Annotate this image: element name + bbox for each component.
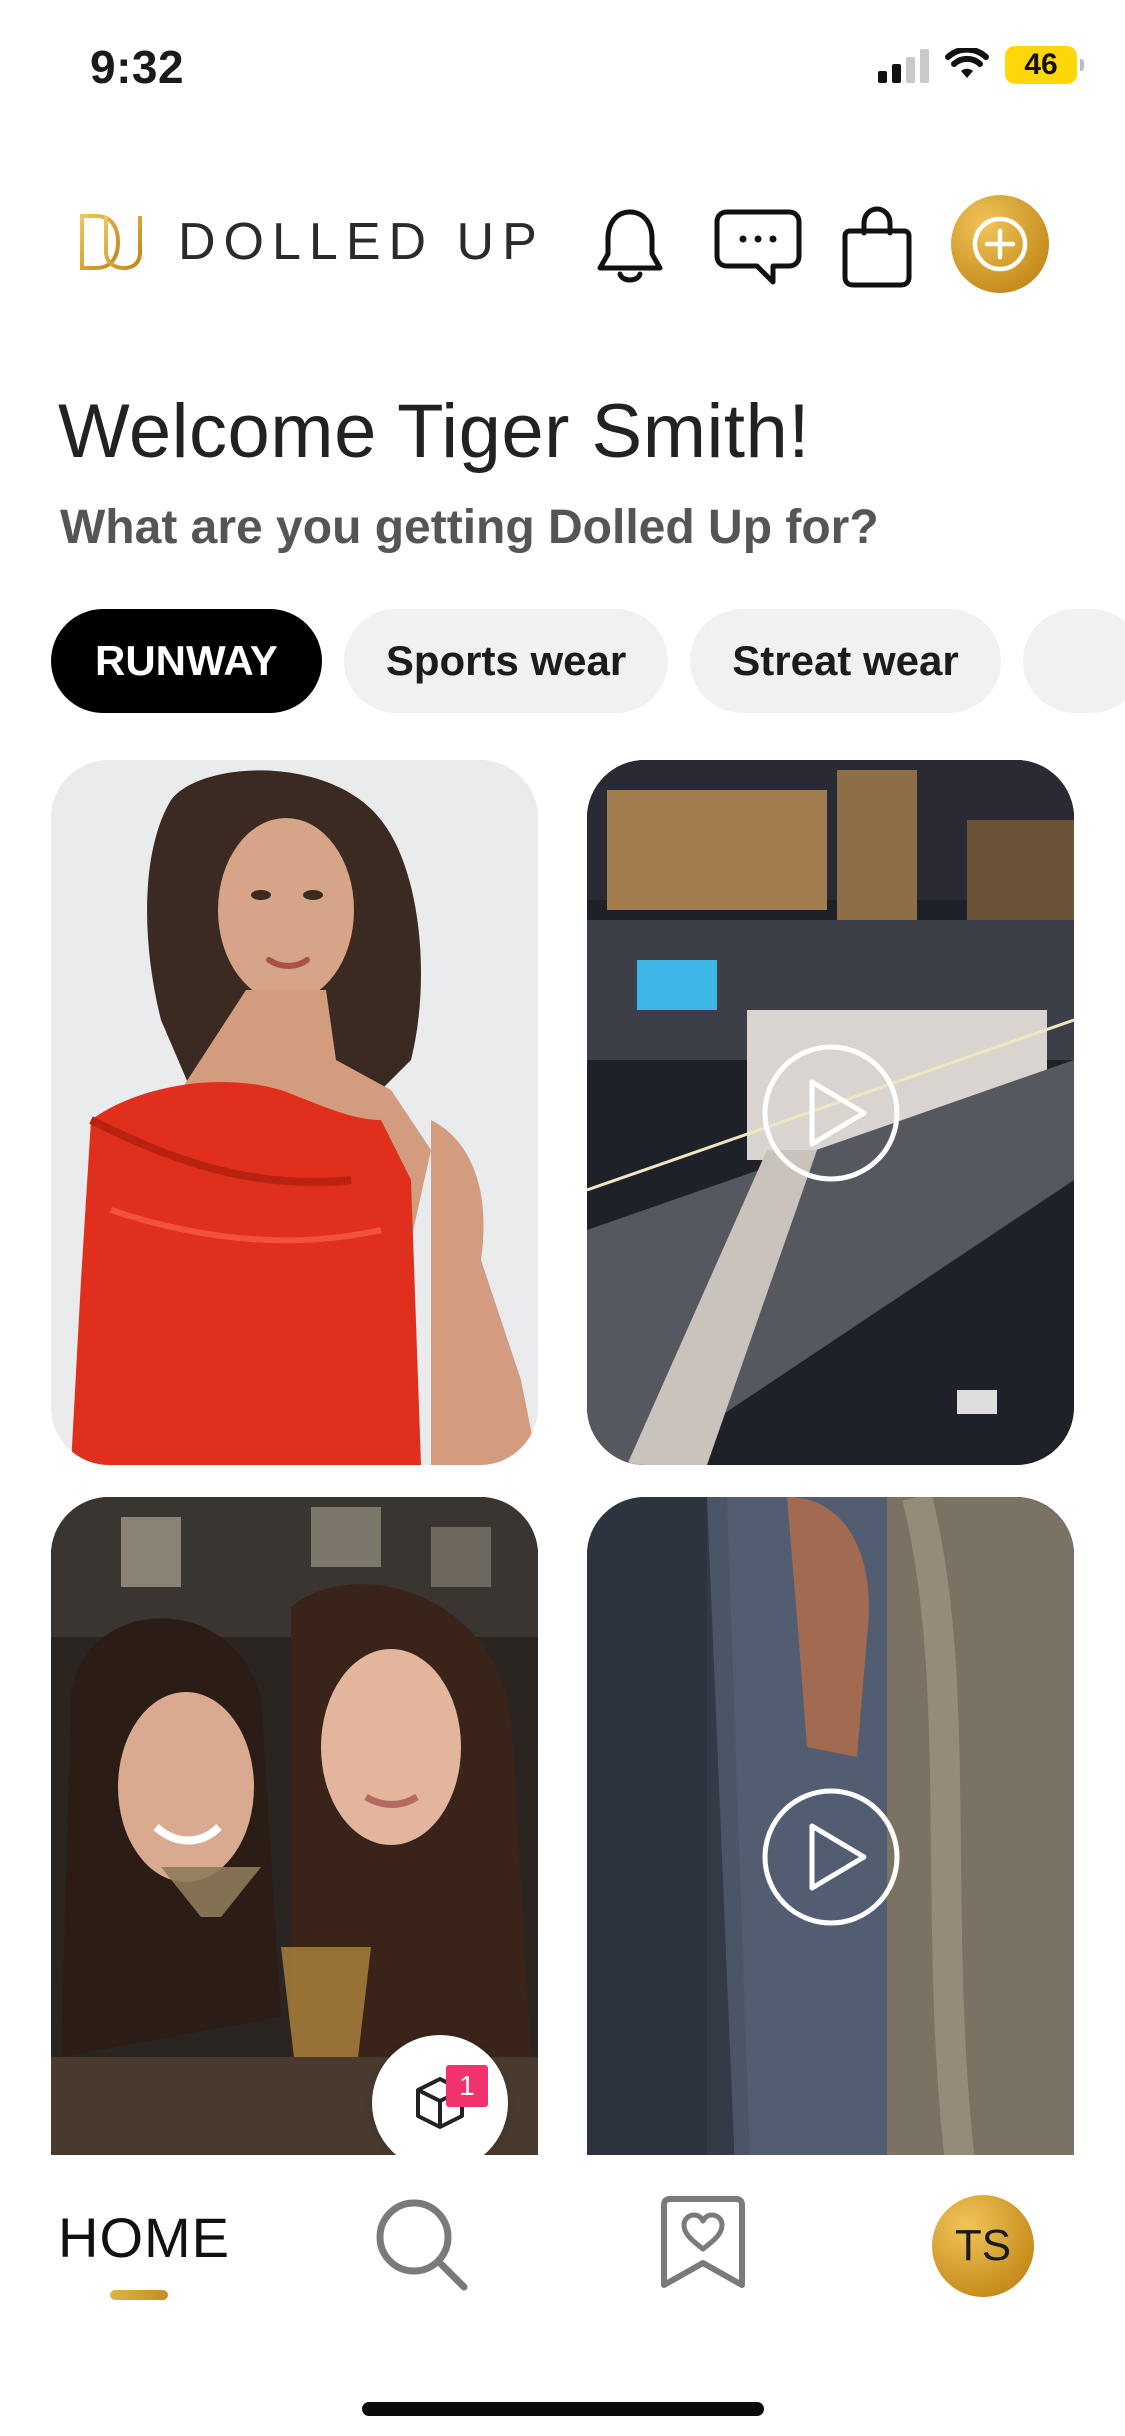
- notification-badge: 1: [446, 2065, 488, 2107]
- cellular-signal-icon: [878, 47, 929, 83]
- play-icon[interactable]: [760, 1042, 902, 1184]
- welcome-title: Welcome Tiger Smith!: [58, 389, 810, 474]
- home-indicator: [362, 2402, 764, 2416]
- nav-home[interactable]: HOME: [58, 2205, 230, 2270]
- messages-button[interactable]: [708, 202, 808, 292]
- notifications-button[interactable]: [585, 202, 675, 292]
- wifi-icon: [945, 48, 989, 78]
- shopping-bag-button[interactable]: [832, 202, 922, 292]
- feed-card-video[interactable]: [587, 760, 1074, 1465]
- fashion-photo: [51, 760, 538, 1465]
- heart-bookmark-icon[interactable]: [660, 2195, 746, 2291]
- play-icon[interactable]: [760, 1786, 902, 1928]
- feed-card-video[interactable]: [587, 1497, 1074, 2217]
- chip-more[interactable]: [1022, 609, 1125, 713]
- active-tab-indicator: [110, 2290, 168, 2300]
- search-icon[interactable]: [370, 2193, 470, 2293]
- feed-card-photo[interactable]: [51, 760, 538, 1465]
- app-header: DOLLED UP: [0, 190, 1125, 300]
- bottom-navigation: HOME TS: [0, 2155, 1125, 2436]
- logo-mark-icon: [80, 214, 142, 271]
- bag-icon: [842, 206, 912, 288]
- add-icon: [972, 216, 1028, 272]
- chat-icon: [714, 209, 802, 285]
- brand-logo[interactable]: DOLLED UP: [78, 212, 545, 272]
- chip-sports-wear[interactable]: Sports wear: [343, 609, 669, 713]
- welcome-subtitle: What are you getting Dolled Up for?: [60, 501, 879, 554]
- battery-level: 46: [1024, 48, 1058, 81]
- status-indicators: 46: [878, 46, 1084, 84]
- create-post-button[interactable]: [951, 195, 1049, 293]
- battery-icon: 46: [1005, 46, 1084, 84]
- chip-streat-wear[interactable]: Streat wear: [690, 609, 1001, 713]
- brand-name: DOLLED UP: [178, 213, 545, 271]
- chip-runway[interactable]: RUNWAY: [51, 609, 322, 713]
- profile-avatar[interactable]: TS: [932, 2195, 1034, 2297]
- status-time: 9:32: [90, 41, 185, 93]
- cube-fab-button[interactable]: 1: [372, 2035, 508, 2171]
- status-bar: 9:32 46: [0, 0, 1125, 140]
- bell-icon: [597, 209, 663, 283]
- category-chips: RUNWAY Sports wear Streat wear: [51, 609, 1125, 715]
